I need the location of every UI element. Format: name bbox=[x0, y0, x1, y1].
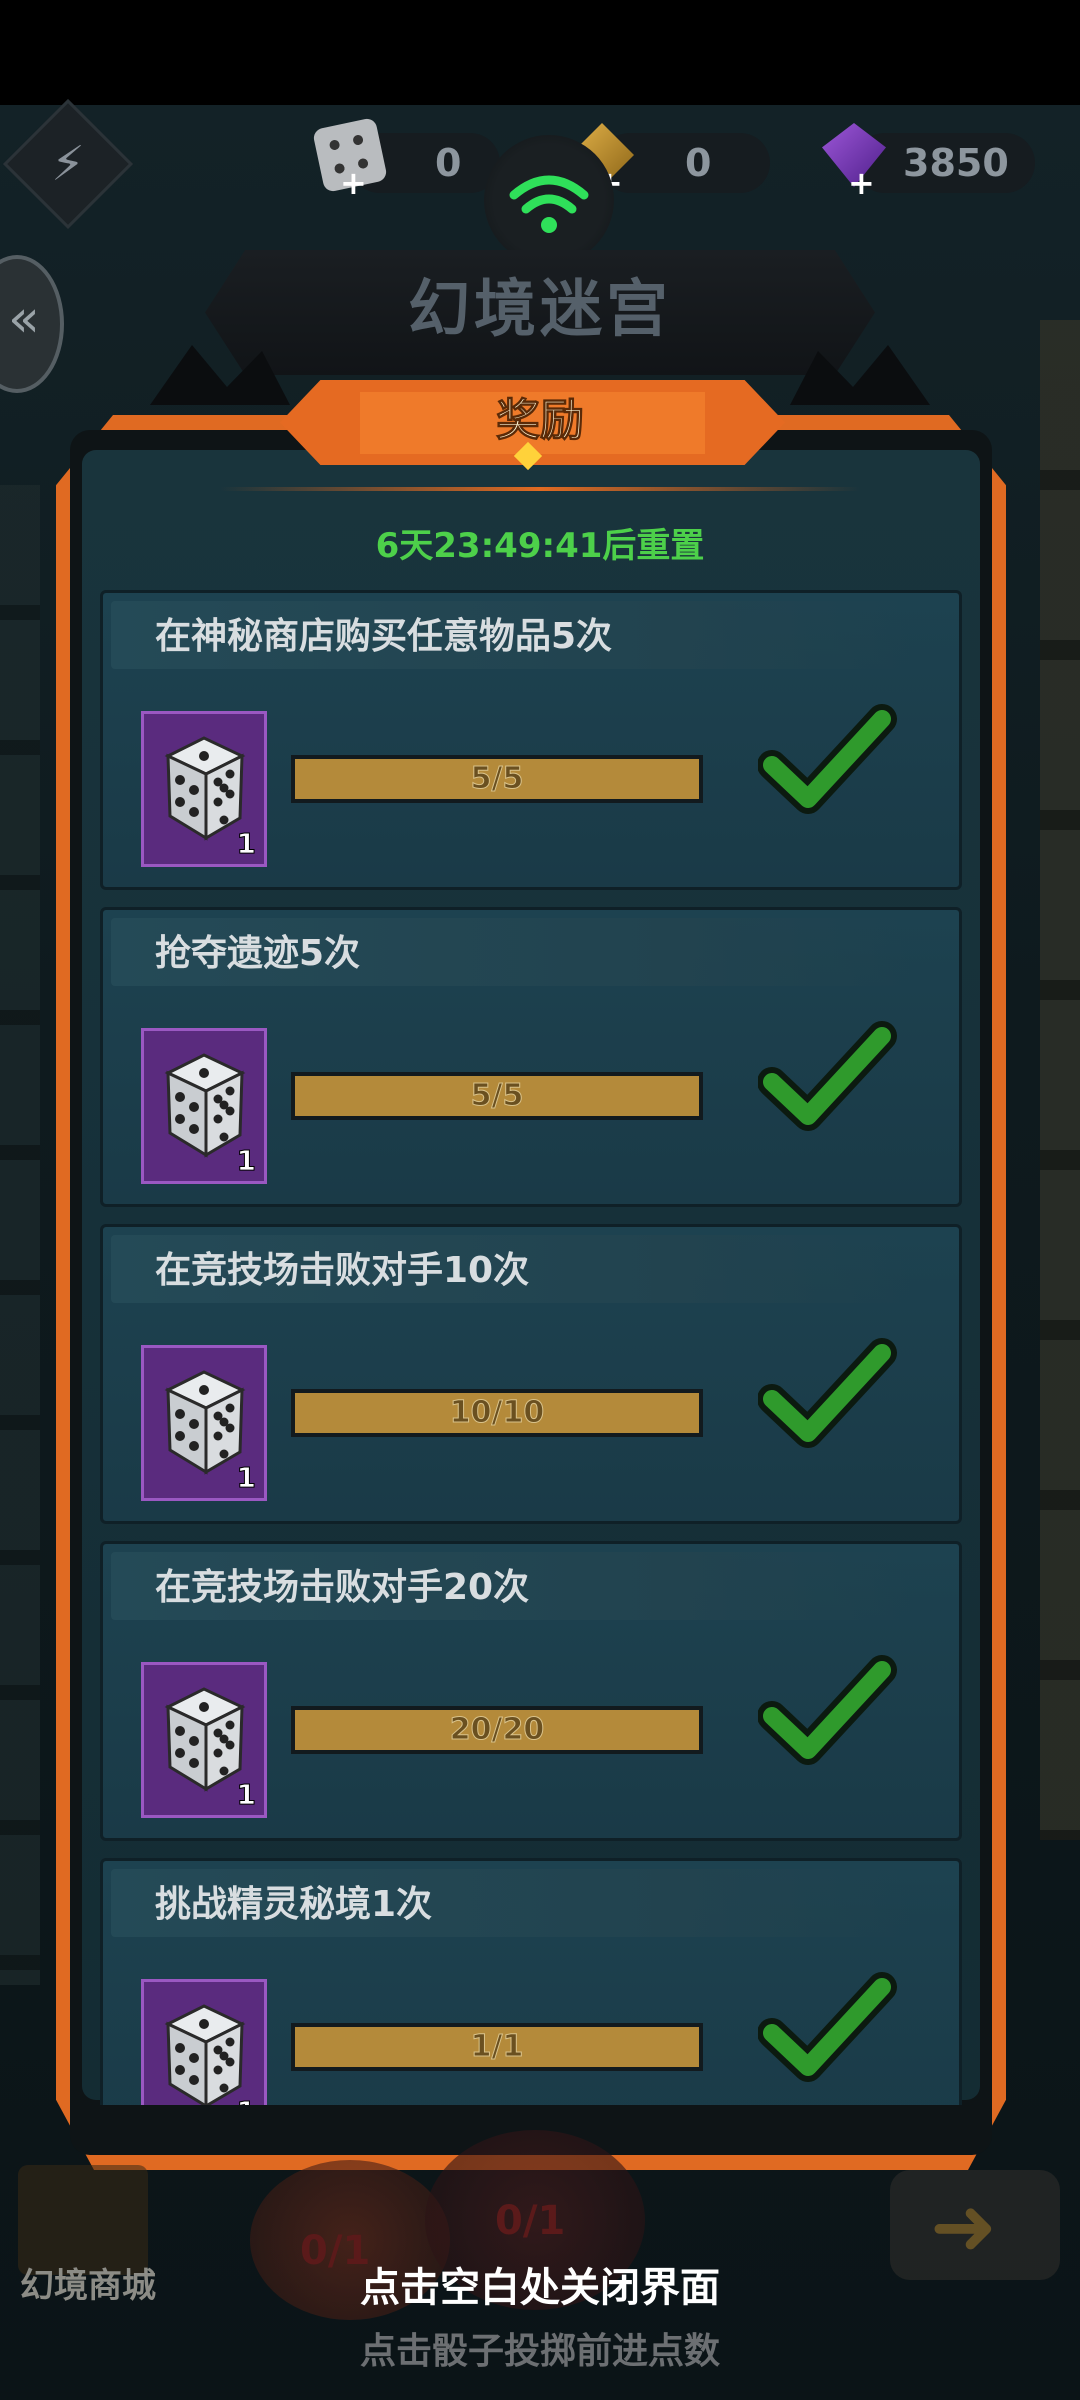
reward-count: 1 bbox=[236, 1144, 257, 1178]
reward-count: 1 bbox=[236, 827, 257, 861]
task-name: 在神秘商店购买任意物品5次 bbox=[155, 616, 613, 657]
check-icon bbox=[758, 1655, 897, 1765]
task-name: 抢夺遗迹5次 bbox=[155, 933, 361, 974]
wifi-icon bbox=[484, 135, 614, 265]
task-progress-bar: 20/20 bbox=[291, 1706, 703, 1754]
reward-item-slot[interactable]: 1 bbox=[141, 711, 267, 867]
task-progress-text: 20/20 bbox=[449, 1712, 545, 1748]
task-progress-bar: 5/5 bbox=[291, 1072, 703, 1120]
orb2-count: 0/1 bbox=[495, 2198, 566, 2244]
task-card: 在竞技场击败对手10次 1 10/10 bbox=[100, 1224, 962, 1524]
roll-hint: 点击骰子投掷前进点数 bbox=[359, 2331, 720, 2372]
add-dice-icon[interactable]: + bbox=[340, 167, 367, 199]
task-progress-bar: 1/1 bbox=[291, 2023, 703, 2071]
reward-item-slot[interactable]: 1 bbox=[141, 1345, 267, 1501]
task-card: 挑战精灵秘境1次 1 1/1 bbox=[100, 1858, 962, 2105]
task-progress-text: 1/1 bbox=[470, 2029, 524, 2065]
task-progress-text: 5/5 bbox=[470, 761, 524, 797]
dice-count: 0 bbox=[435, 141, 462, 185]
task-card: 在竞技场击败对手20次 1 20/20 bbox=[100, 1541, 962, 1841]
reward-item-slot[interactable]: 1 bbox=[141, 1979, 267, 2105]
check-icon bbox=[758, 704, 897, 814]
task-card: 在神秘商店购买任意物品5次 1 5/5 bbox=[100, 590, 962, 890]
reward-ribbon-label: 奖励 bbox=[496, 395, 585, 447]
dice-icon bbox=[164, 2004, 246, 2105]
task-progress-bar: 5/5 bbox=[291, 755, 703, 803]
reward-item-slot[interactable]: 1 bbox=[141, 1662, 267, 1818]
task-progress-text: 10/10 bbox=[449, 1395, 545, 1431]
reward-item-slot[interactable]: 1 bbox=[141, 1028, 267, 1184]
check-icon bbox=[758, 1972, 897, 2082]
task-progress-text: 5/5 bbox=[470, 1078, 524, 1114]
gold-count: 0 bbox=[685, 141, 712, 185]
add-gem-icon[interactable]: + bbox=[848, 167, 875, 199]
reward-count: 1 bbox=[236, 1461, 257, 1495]
background-wall-left bbox=[0, 485, 40, 1985]
reward-count: 1 bbox=[236, 1778, 257, 1812]
task-progress-bar: 10/10 bbox=[291, 1389, 703, 1437]
check-icon bbox=[758, 1021, 897, 1131]
reset-timer: 6天23:49:41后重置 bbox=[375, 526, 705, 566]
task-name: 在竞技场击败对手20次 bbox=[155, 1567, 530, 1608]
page-title: 幻境迷宫 bbox=[407, 272, 672, 345]
gem-count: 3850 bbox=[903, 141, 1009, 185]
task-list[interactable]: 在神秘商店购买任意物品5次 1 5/5 抢夺遗迹5次 1 5/5 在竞技场击败对… bbox=[100, 590, 962, 2105]
task-card: 抢夺遗迹5次 1 5/5 bbox=[100, 907, 962, 1207]
ribbon-divider bbox=[220, 487, 860, 491]
task-name: 挑战精灵秘境1次 bbox=[155, 1884, 433, 1925]
reward-count: 1 bbox=[236, 2095, 257, 2106]
check-icon bbox=[758, 1338, 897, 1448]
status-bar bbox=[0, 0, 1080, 105]
close-hint[interactable]: 点击空白处关闭界面 bbox=[0, 2255, 1080, 2313]
task-name: 在竞技场击败对手10次 bbox=[155, 1250, 530, 1291]
